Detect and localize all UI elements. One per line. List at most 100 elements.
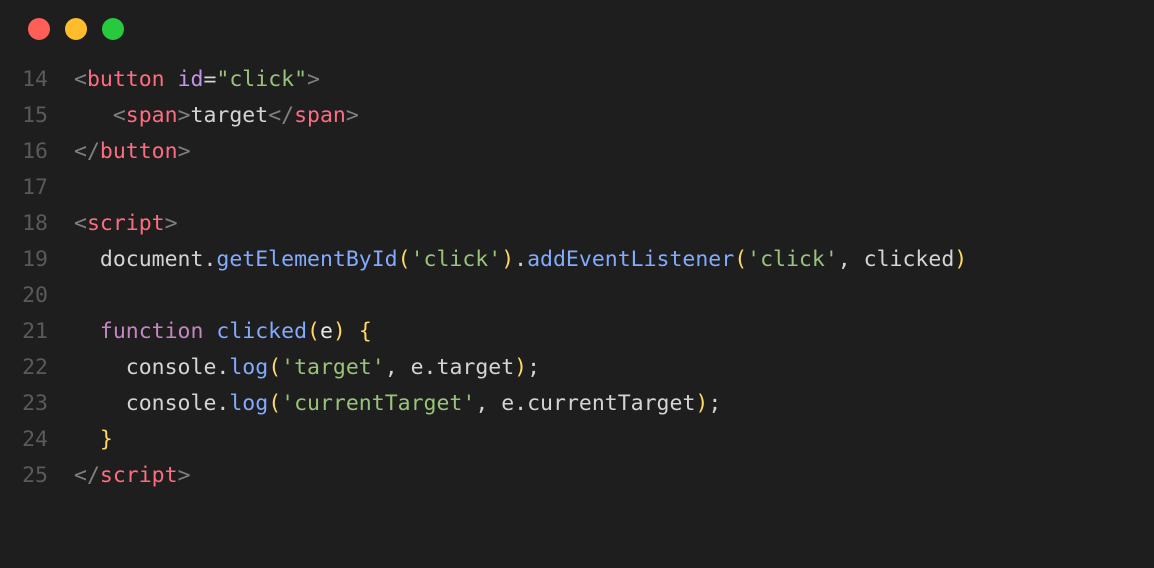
code-token: >	[346, 103, 359, 128]
code-token: >	[178, 463, 191, 488]
code-token: )	[501, 247, 514, 272]
line-number: 19	[0, 242, 48, 278]
code-token: 'currentTarget'	[281, 391, 475, 416]
line-number: 21	[0, 314, 48, 350]
code-token: document	[100, 247, 204, 272]
code-token: =	[203, 67, 216, 92]
line-content[interactable]: console.log('currentTarget', e.currentTa…	[48, 386, 721, 422]
code-token: target	[437, 355, 515, 380]
code-token	[203, 319, 216, 344]
line-number: 15	[0, 98, 48, 134]
code-token: log	[229, 355, 268, 380]
code-token: 'click'	[411, 247, 502, 272]
code-token: clicked	[864, 247, 955, 272]
code-token: 'target'	[281, 355, 385, 380]
code-token: console	[126, 391, 217, 416]
line-content[interactable]: function clicked(e) {	[48, 314, 372, 350]
code-token	[74, 247, 100, 272]
line-number: 23	[0, 386, 48, 422]
code-token: button	[100, 139, 178, 164]
code-line[interactable]: 20	[0, 278, 1154, 314]
code-token: (	[398, 247, 411, 272]
line-number: 24	[0, 422, 48, 458]
code-token: button	[87, 67, 165, 92]
line-content[interactable]: <script>	[48, 206, 178, 242]
line-content[interactable]: console.log('target', e.target);	[48, 350, 540, 386]
minimize-icon[interactable]	[65, 18, 87, 40]
code-editor-window: 14<button id="click">15 <span>target</sp…	[0, 0, 1154, 568]
code-token: ,	[838, 247, 864, 272]
code-line[interactable]: 19 document.getElementById('click').addE…	[0, 242, 1154, 278]
code-token: )	[695, 391, 708, 416]
code-token: )	[333, 319, 346, 344]
code-line[interactable]: 24 }	[0, 422, 1154, 458]
code-token: {	[359, 319, 372, 344]
code-token: >	[178, 103, 191, 128]
line-number: 25	[0, 458, 48, 494]
line-number: 17	[0, 170, 48, 206]
code-token	[74, 427, 100, 452]
code-token: console	[126, 355, 217, 380]
code-token: <	[113, 103, 126, 128]
code-line[interactable]: 16</button>	[0, 134, 1154, 170]
code-token	[74, 355, 126, 380]
line-content[interactable]: </button>	[48, 134, 191, 170]
code-token: >	[307, 67, 320, 92]
code-token: .	[514, 247, 527, 272]
code-token: ;	[527, 355, 540, 380]
code-token: (	[307, 319, 320, 344]
code-line[interactable]: 22 console.log('target', e.target);	[0, 350, 1154, 386]
code-line[interactable]: 15 <span>target</span>	[0, 98, 1154, 134]
code-token: e	[411, 355, 424, 380]
code-line[interactable]: 21 function clicked(e) {	[0, 314, 1154, 350]
line-content[interactable]: <button id="click">	[48, 62, 320, 98]
close-icon[interactable]	[28, 18, 50, 40]
code-token	[74, 391, 126, 416]
code-token: ,	[385, 355, 411, 380]
code-token: }	[100, 427, 113, 452]
code-area[interactable]: 14<button id="click">15 <span>target</sp…	[0, 62, 1154, 494]
line-number: 16	[0, 134, 48, 170]
code-token: target	[191, 103, 269, 128]
code-token: span	[294, 103, 346, 128]
code-token: getElementById	[216, 247, 397, 272]
code-token: script	[100, 463, 178, 488]
line-content[interactable]: <span>target</span>	[48, 98, 359, 134]
code-token: function	[100, 319, 204, 344]
code-line[interactable]: 17	[0, 170, 1154, 206]
code-token: 'click'	[747, 247, 838, 272]
code-line[interactable]: 25</script>	[0, 458, 1154, 494]
code-token: .	[514, 391, 527, 416]
code-token: id	[178, 67, 204, 92]
code-token	[74, 319, 100, 344]
code-token: .	[216, 391, 229, 416]
code-token: )	[954, 247, 967, 272]
code-token: )	[514, 355, 527, 380]
line-content[interactable]: }	[48, 422, 113, 458]
code-token: </	[74, 139, 100, 164]
code-token: (	[268, 391, 281, 416]
maximize-icon[interactable]	[102, 18, 124, 40]
code-line[interactable]: 18<script>	[0, 206, 1154, 242]
code-token: </	[74, 463, 100, 488]
code-token: (	[268, 355, 281, 380]
code-token: e	[320, 319, 333, 344]
code-token: <	[74, 211, 87, 236]
code-token: addEventListener	[527, 247, 734, 272]
code-token	[346, 319, 359, 344]
code-token: >	[178, 139, 191, 164]
code-token: currentTarget	[527, 391, 695, 416]
line-content[interactable]: document.getElementById('click').addEven…	[48, 242, 967, 278]
line-number: 22	[0, 350, 48, 386]
line-content[interactable]: </script>	[48, 458, 191, 494]
code-line[interactable]: 14<button id="click">	[0, 62, 1154, 98]
code-token: >	[165, 211, 178, 236]
window-title-bar	[0, 18, 1154, 62]
code-token: log	[229, 391, 268, 416]
code-token	[74, 103, 113, 128]
code-token: (	[734, 247, 747, 272]
code-token: e	[501, 391, 514, 416]
line-number: 18	[0, 206, 48, 242]
line-number: 14	[0, 62, 48, 98]
code-line[interactable]: 23 console.log('currentTarget', e.curren…	[0, 386, 1154, 422]
